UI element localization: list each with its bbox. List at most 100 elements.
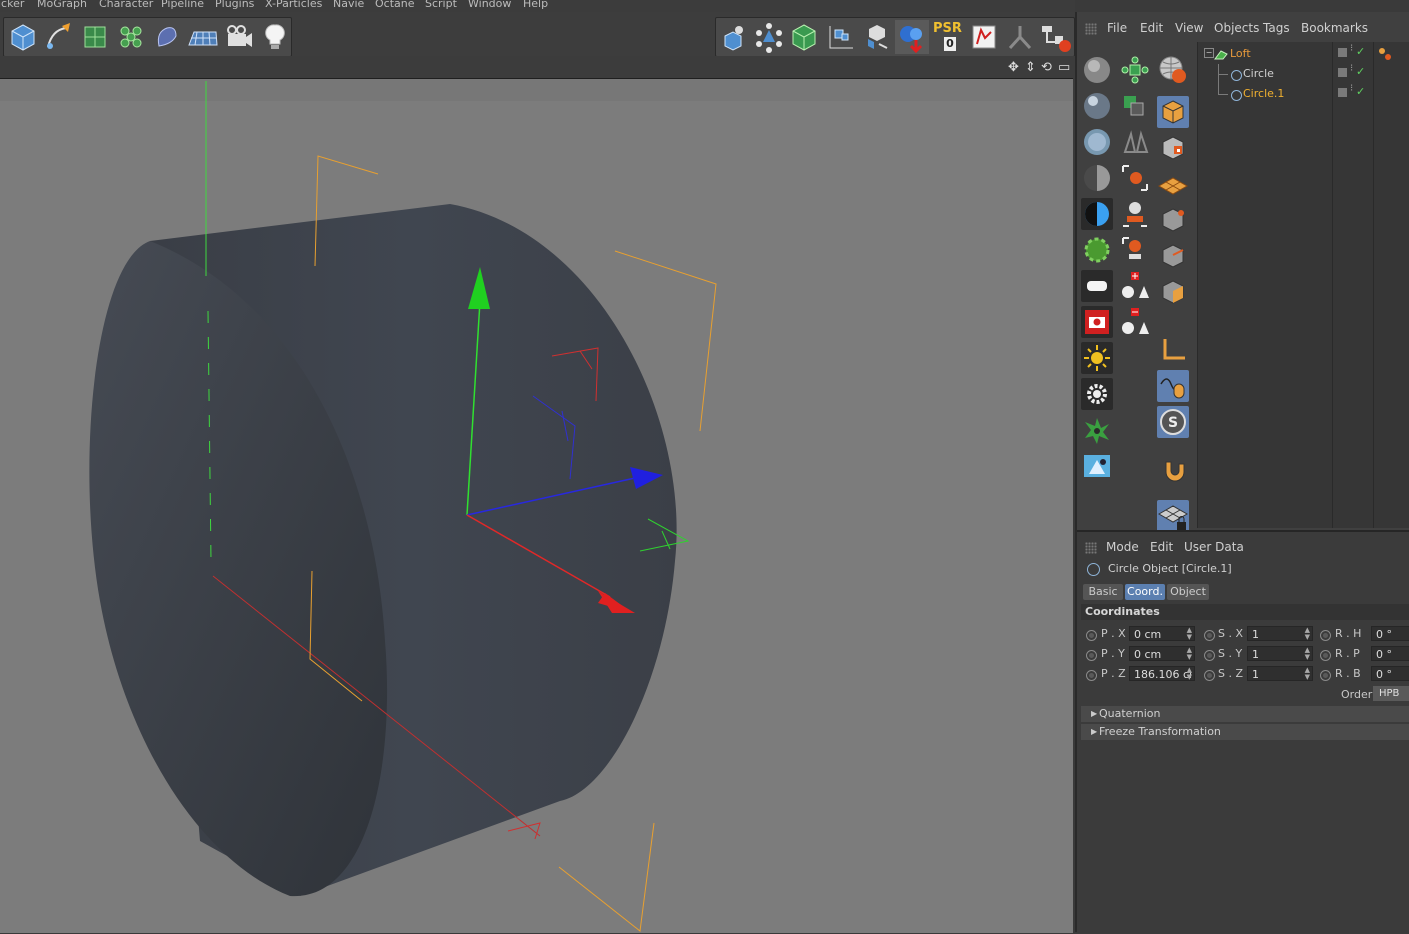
tab-object[interactable]: Object [1167,584,1209,600]
3d-viewport[interactable] [0,78,1073,933]
am-menu-edit[interactable]: Edit [1150,540,1173,554]
animate-px-radio[interactable] [1086,630,1097,641]
sphere-dark-icon[interactable] [1081,162,1113,194]
panel-grip-icon[interactable] [1085,542,1097,554]
enabled-check-icon[interactable]: ✓ [1356,85,1365,98]
rotation-p-field[interactable]: 0 ° [1371,646,1409,661]
pen-icon[interactable] [42,20,76,54]
menu-window[interactable]: Window [468,0,511,10]
object-name[interactable]: Circle.1 [1243,87,1284,100]
animate-pz-radio[interactable] [1086,670,1097,681]
panel-grip-icon[interactable] [1085,23,1097,35]
settings-gear-icon[interactable] [1081,378,1113,410]
mograph-icon[interactable] [1119,54,1151,86]
om-menu-file[interactable]: File [1107,21,1127,35]
octane-logo-icon[interactable] [1081,414,1113,446]
cloner-icon[interactable] [114,20,148,54]
tweak-mode-icon[interactable] [1157,370,1189,402]
menu-script[interactable]: Script [425,0,457,10]
object-name[interactable]: Loft [1230,47,1251,60]
move-view-icon[interactable]: ✥ [1008,60,1019,75]
layer-icon[interactable] [1338,88,1347,97]
area-light-icon[interactable] [1081,270,1113,302]
locked-workplane-icon[interactable] [1157,500,1189,532]
subdivision-icon[interactable] [78,20,112,54]
menu-x-particles[interactable]: X-Particles [265,0,322,10]
deformer-icon[interactable] [150,20,184,54]
am-menu-mode[interactable]: Mode [1106,540,1139,554]
visibility-dots-icon[interactable]: ⁝ [1350,43,1353,54]
sphere-material-icon[interactable] [1081,54,1113,86]
ik-icon[interactable] [1003,20,1037,54]
polygon-group-icon[interactable] [1119,90,1151,122]
magnet-icon[interactable] [1157,454,1189,486]
globe-icon[interactable] [1157,54,1189,86]
octane-camera-icon[interactable] [1081,306,1113,338]
object-name[interactable]: Circle [1243,67,1274,80]
am-menu-user-data[interactable]: User Data [1184,540,1244,554]
axis-mode-icon[interactable] [1157,334,1189,366]
joint-icon[interactable] [1119,162,1151,194]
uv-icon[interactable] [823,20,857,54]
sun-icon[interactable] [1081,342,1113,374]
animate-rh-radio[interactable] [1320,630,1331,641]
position-z-field[interactable]: 186.106 cı ▲ ▼ [1129,666,1195,681]
menu-tracker[interactable]: icker [0,0,24,10]
snap-icon[interactable] [895,20,929,54]
tab-coord[interactable]: Coord. [1125,584,1165,600]
joint-minus-icon[interactable] [1119,234,1151,266]
light-bulb-icon[interactable] [258,20,292,54]
sphere-metal-icon[interactable] [1081,90,1113,122]
object-row-loft[interactable]: − Loft ⁝ ✓ [1198,43,1409,64]
scale-x-field[interactable]: 1 ▲ ▼ [1247,626,1313,641]
om-menu-objects[interactable]: Objects [1214,21,1259,35]
maximize-view-icon[interactable]: ▭ [1058,60,1070,75]
texture-mode-icon[interactable] [1157,132,1189,164]
zoom-view-icon[interactable]: ⇕ [1025,60,1036,75]
rotation-b-field[interactable]: 0 ° [1371,666,1409,681]
animate-rp-radio[interactable] [1320,650,1331,661]
rotate-view-icon[interactable]: ⟲ [1041,60,1052,75]
om-menu-view[interactable]: View [1175,21,1203,35]
object-row-circle-1[interactable]: Circle.1 ⁝ ✓ [1198,83,1409,104]
animate-py-radio[interactable] [1086,650,1097,661]
contrast-icon[interactable] [1081,198,1113,230]
object-list[interactable]: − Loft ⁝ ✓ Circle ⁝ ✓ Circle.1 ⁝ ✓ [1197,42,1409,528]
freeze-transformation-section[interactable]: ▶ Freeze Transformation [1081,724,1409,740]
edges-icon[interactable] [752,20,786,54]
polygons-icon[interactable] [787,20,821,54]
remove-primitives-icon[interactable] [1119,306,1151,338]
model-mode-icon[interactable] [1157,96,1189,128]
timeline-icon[interactable] [1039,20,1073,54]
menu-navie[interactable]: Navie [333,0,364,10]
polygon-mode-icon[interactable] [1157,276,1189,308]
om-menu-edit[interactable]: Edit [1140,21,1163,35]
animate-rb-radio[interactable] [1320,670,1331,681]
scale-y-field[interactable]: 1 ▲ ▼ [1247,646,1313,661]
point-mode-icon[interactable] [1157,204,1189,236]
cube-icon[interactable] [6,20,40,54]
animate-sz-radio[interactable] [1204,670,1215,681]
animate-sy-radio[interactable] [1204,650,1215,661]
menu-pipeline[interactable]: Pipeline [161,0,204,10]
position-y-field[interactable]: 0 cm ▲ ▼ [1129,646,1195,661]
psr-icon[interactable]: PSR 0 [931,20,965,54]
floor-icon[interactable] [186,20,220,54]
visibility-dots-icon[interactable]: ⁝ [1350,63,1353,74]
menu-octane[interactable]: Octane [375,0,415,10]
object-row-circle[interactable]: Circle ⁝ ✓ [1198,63,1409,84]
solo-icon[interactable]: S [1157,406,1189,438]
om-menu-bookmarks[interactable]: Bookmarks [1301,21,1368,35]
quaternion-section[interactable]: ▶ Quaternion [1081,706,1409,722]
object-mode-icon[interactable] [859,20,893,54]
layer-icon[interactable] [1338,68,1347,77]
om-menu-tags[interactable]: Tags [1263,21,1290,35]
workplane-icon[interactable] [1157,168,1189,200]
octane-gear-icon[interactable] [1081,234,1113,266]
position-x-field[interactable]: 0 cm ▲ ▼ [1129,626,1195,641]
menu-character[interactable]: Character [99,0,153,10]
visibility-dots-icon[interactable]: ⁝ [1350,83,1353,94]
rotation-order-dropdown[interactable]: HPB [1373,686,1409,701]
tag-icon[interactable] [1378,47,1392,61]
symmetry-icon[interactable] [1119,126,1151,158]
